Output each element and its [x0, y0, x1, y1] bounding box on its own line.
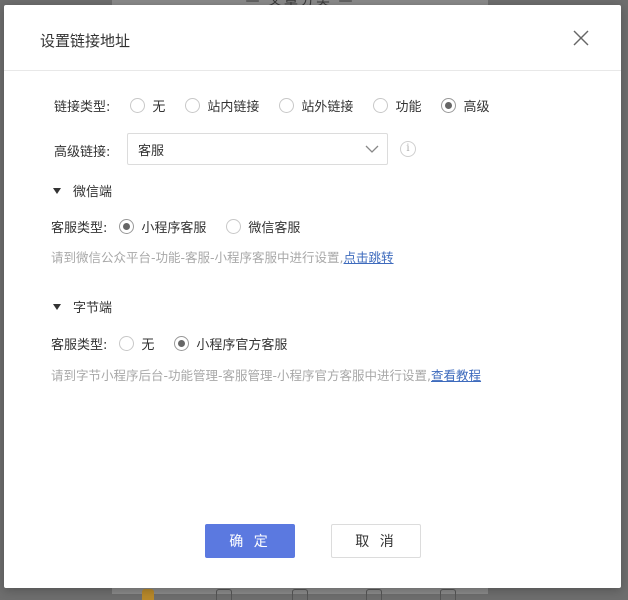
- link-type-advanced[interactable]: 高级: [441, 96, 489, 115]
- dialog-header: 设置链接地址: [4, 5, 621, 71]
- wechat-miniprogram-option[interactable]: 小程序客服: [119, 217, 206, 236]
- radio-none[interactable]: [119, 336, 135, 351]
- hint-text: 请到微信公众平台-功能-客服-小程序客服中进行设置,: [51, 250, 344, 265]
- advanced-link-row: 高级链接:: [54, 141, 110, 160]
- hint-text: 请到字节小程序后台-功能管理-客服管理-小程序官方客服中进行设置,: [51, 368, 432, 383]
- radio-label: 小程序客服: [141, 221, 207, 236]
- advanced-link-label: 高级链接:: [54, 145, 111, 160]
- radio-wechat-service[interactable]: [226, 219, 242, 234]
- background-tabbar: [112, 586, 488, 600]
- radio-label: 站外链接: [301, 100, 354, 115]
- link-type-internal[interactable]: 站内链接: [185, 96, 259, 115]
- radio-label: 小程序官方客服: [196, 338, 288, 353]
- bytedance-hint: 请到字节小程序后台-功能管理-客服管理-小程序官方客服中进行设置,查看教程: [51, 365, 481, 384]
- wechat-section-title: 微信端: [73, 185, 113, 200]
- radio-official-service[interactable]: [174, 336, 190, 351]
- tab-icon: [366, 589, 382, 600]
- tutorial-link[interactable]: 查看教程: [431, 368, 481, 383]
- home-icon: [142, 589, 154, 600]
- select-value: 客服: [138, 143, 165, 159]
- wechat-section-toggle[interactable]: 微信端: [53, 181, 112, 200]
- close-icon: [573, 30, 589, 46]
- wechat-hint: 请到微信公众平台-功能-客服-小程序客服中进行设置,点击跳转: [51, 247, 394, 266]
- caret-down-icon: [53, 187, 61, 194]
- chevron-down-icon: [365, 145, 379, 153]
- radio-label: 高级: [463, 100, 490, 115]
- bytedance-section-toggle[interactable]: 字节端: [53, 297, 112, 316]
- radio-label: 无: [152, 100, 166, 115]
- bytedance-service-label: 客服类型:: [51, 338, 108, 353]
- link-dialog: 设置链接地址 链接类型: 无 站内链接 站外链接 功能 高级 高级链接: 客服 …: [4, 5, 621, 588]
- radio-advanced[interactable]: [441, 98, 457, 113]
- info-icon[interactable]: i: [400, 141, 416, 157]
- tab-icon: [216, 589, 232, 600]
- bytedance-official-option[interactable]: 小程序官方客服: [174, 334, 287, 353]
- radio-function[interactable]: [373, 98, 389, 113]
- close-button[interactable]: [570, 27, 592, 49]
- bytedance-service-row: 客服类型: 无 小程序官方客服: [51, 334, 287, 353]
- radio-label: 站内链接: [207, 100, 260, 115]
- radio-internal[interactable]: [185, 98, 201, 113]
- radio-label: 无: [141, 338, 155, 353]
- radio-label: 微信客服: [248, 221, 301, 236]
- advanced-link-select[interactable]: 客服: [127, 133, 388, 165]
- caret-down-icon: [53, 303, 61, 310]
- cancel-button[interactable]: 取 消: [331, 524, 421, 558]
- tab-icon: [292, 589, 308, 600]
- bytedance-none-option[interactable]: 无: [119, 334, 154, 353]
- link-type-label: 链接类型:: [54, 100, 111, 115]
- radio-label: 功能: [395, 100, 422, 115]
- wechat-service-row: 客服类型: 小程序客服 微信客服: [51, 217, 300, 236]
- radio-external[interactable]: [279, 98, 295, 113]
- link-type-row: 链接类型: 无 站内链接 站外链接 功能 高级: [54, 96, 489, 115]
- wechat-wechat-option[interactable]: 微信客服: [226, 217, 300, 236]
- tab-icon: [440, 589, 456, 600]
- link-type-none[interactable]: 无: [130, 96, 165, 115]
- dialog-title: 设置链接地址: [40, 32, 131, 50]
- radio-miniprogram-service[interactable]: [119, 219, 135, 234]
- radio-none[interactable]: [130, 98, 146, 113]
- jump-link[interactable]: 点击跳转: [344, 250, 394, 265]
- bytedance-section-title: 字节端: [73, 301, 113, 316]
- link-type-external[interactable]: 站外链接: [279, 96, 353, 115]
- wechat-service-label: 客服类型:: [51, 221, 108, 236]
- link-type-function[interactable]: 功能: [373, 96, 421, 115]
- confirm-button[interactable]: 确 定: [205, 524, 295, 558]
